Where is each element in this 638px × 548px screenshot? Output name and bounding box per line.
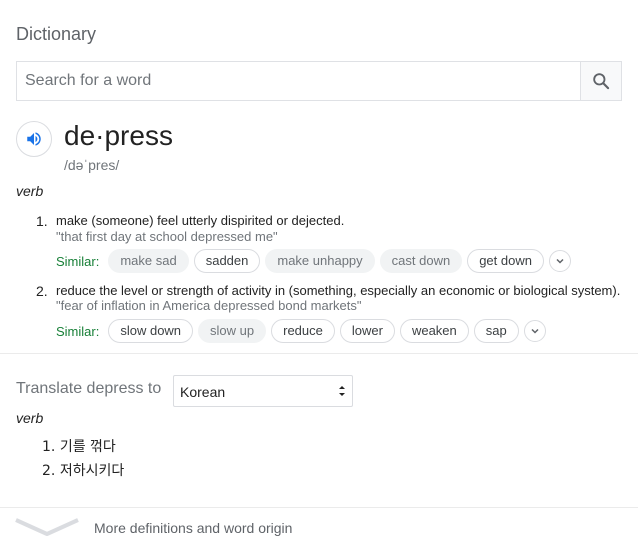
translate-label: Translate depress to bbox=[16, 380, 162, 397]
chevron-down-icon bbox=[531, 328, 539, 334]
phonetic-spelling: /dəˈpres/ bbox=[64, 157, 120, 173]
more-definitions-link[interactable]: More definitions and word origin bbox=[0, 508, 638, 548]
similar-words-row: Similar: slow down slow up reduce lower … bbox=[56, 319, 546, 343]
similar-chip[interactable]: make sad bbox=[108, 249, 189, 273]
section-divider bbox=[0, 353, 638, 354]
search-icon bbox=[593, 73, 610, 90]
translation-part-of-speech: verb bbox=[16, 410, 44, 426]
sense-number: 1. bbox=[36, 213, 48, 229]
sense-example: "fear of inflation in America depressed … bbox=[56, 298, 362, 313]
expand-similar-button[interactable] bbox=[523, 320, 546, 342]
headword: de·press bbox=[64, 120, 173, 151]
panel-title: Dictionary bbox=[16, 24, 97, 44]
expand-similar-button[interactable] bbox=[548, 250, 571, 272]
pronounce-button[interactable] bbox=[16, 121, 52, 157]
similar-chip[interactable]: sadden bbox=[193, 249, 261, 273]
similar-chip[interactable]: sap bbox=[473, 319, 519, 343]
part-of-speech: verb bbox=[16, 183, 44, 199]
sense-example: "that first day at school depressed me" bbox=[56, 229, 278, 244]
search-button[interactable] bbox=[580, 62, 621, 100]
similar-chip[interactable]: make unhappy bbox=[265, 249, 375, 273]
sense-definition: reduce the level or strength of activity… bbox=[56, 283, 621, 298]
translation-item: 1. 기를 꺾다 bbox=[42, 436, 116, 456]
similar-label: Similar: bbox=[56, 253, 100, 269]
expand-chevron-icon bbox=[15, 518, 79, 536]
more-definitions-label: More definitions and word origin bbox=[94, 520, 293, 536]
chevron-down-icon bbox=[556, 258, 564, 264]
select-arrows-icon bbox=[339, 386, 345, 396]
translation-text: 저하시키다 bbox=[59, 463, 125, 479]
search-input[interactable] bbox=[17, 62, 581, 100]
similar-chip[interactable]: slow up bbox=[198, 319, 267, 343]
translation-item: 2. 저하시키다 bbox=[42, 460, 124, 480]
similar-chip[interactable]: weaken bbox=[399, 319, 469, 343]
translation-number: 2. bbox=[42, 463, 56, 479]
search-box[interactable] bbox=[16, 61, 622, 101]
similar-words-row: Similar: make sad sadden make unhappy ca… bbox=[56, 249, 571, 273]
sense-number: 2. bbox=[36, 283, 48, 299]
similar-chip[interactable]: cast down bbox=[379, 249, 463, 273]
similar-chip[interactable]: get down bbox=[467, 249, 544, 273]
similar-chip[interactable]: reduce bbox=[271, 319, 335, 343]
similar-label: Similar: bbox=[56, 323, 100, 339]
similar-chip[interactable]: slow down bbox=[108, 319, 194, 343]
language-select[interactable]: Korean bbox=[173, 375, 353, 407]
language-select-value: Korean bbox=[180, 384, 226, 400]
similar-chip[interactable]: lower bbox=[339, 319, 395, 343]
speaker-icon bbox=[27, 132, 41, 146]
translation-text: 기를 꺾다 bbox=[59, 439, 116, 455]
sense-definition: make (someone) feel utterly dispirited o… bbox=[56, 213, 345, 228]
translation-number: 1. bbox=[42, 439, 56, 455]
